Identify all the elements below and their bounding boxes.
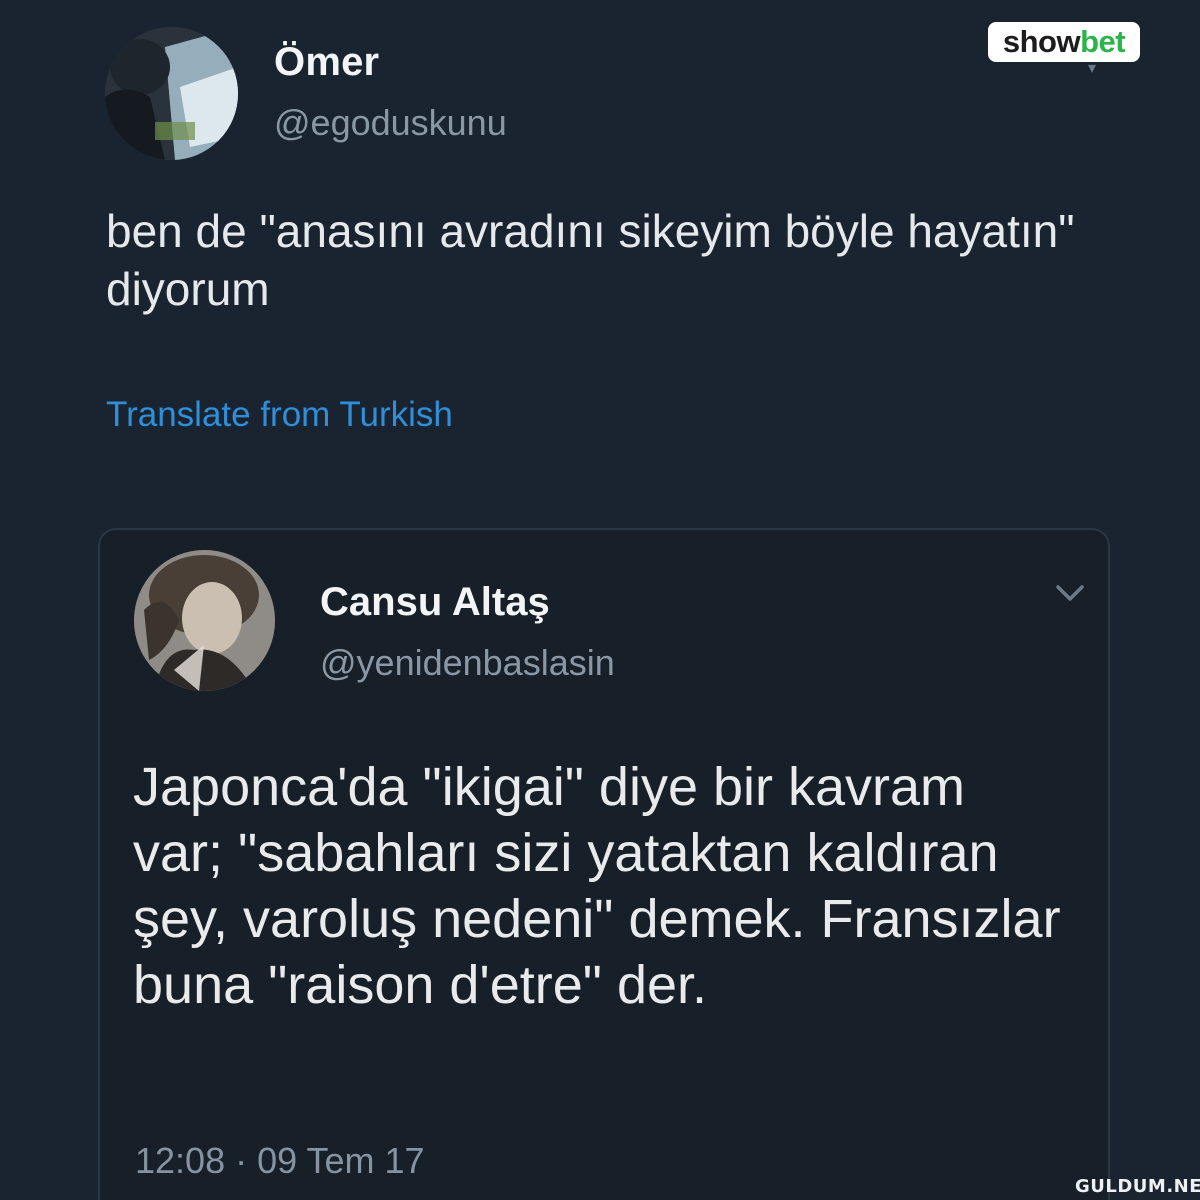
chevron-down-icon[interactable]: [1052, 578, 1088, 608]
brand-logo-part1: show: [1002, 24, 1081, 59]
quoted-author-name[interactable]: Cansu Altaş: [320, 580, 550, 625]
tweet-text: ben de "anasını avradını sikeyim böyle h…: [106, 205, 1075, 315]
quoted-tweet-text: Japonca'da "ikigai" diye bir kavram var;…: [133, 757, 1061, 1015]
author-name[interactable]: Ömer: [274, 40, 379, 85]
brand-logo-part2: bet: [1080, 24, 1126, 59]
quoted-avatar[interactable]: [134, 550, 275, 691]
quoted-author-handle[interactable]: @yenidenbaslasin: [320, 642, 615, 684]
watermark: GULDUM.NET: [1075, 1176, 1200, 1197]
translate-link[interactable]: Translate from Turkish: [106, 395, 453, 435]
chevron-down-icon[interactable]: ▾: [1088, 58, 1096, 78]
tweet-screenshot: show bet ▾ Ömer @egoduskunu ben de "anası…: [0, 0, 1200, 1200]
quoted-timestamp[interactable]: 12:08 · 09 Tem 17: [135, 1140, 425, 1182]
avatar[interactable]: [105, 27, 238, 160]
brand-logo: show bet: [988, 22, 1140, 62]
author-handle[interactable]: @egoduskunu: [274, 102, 507, 144]
